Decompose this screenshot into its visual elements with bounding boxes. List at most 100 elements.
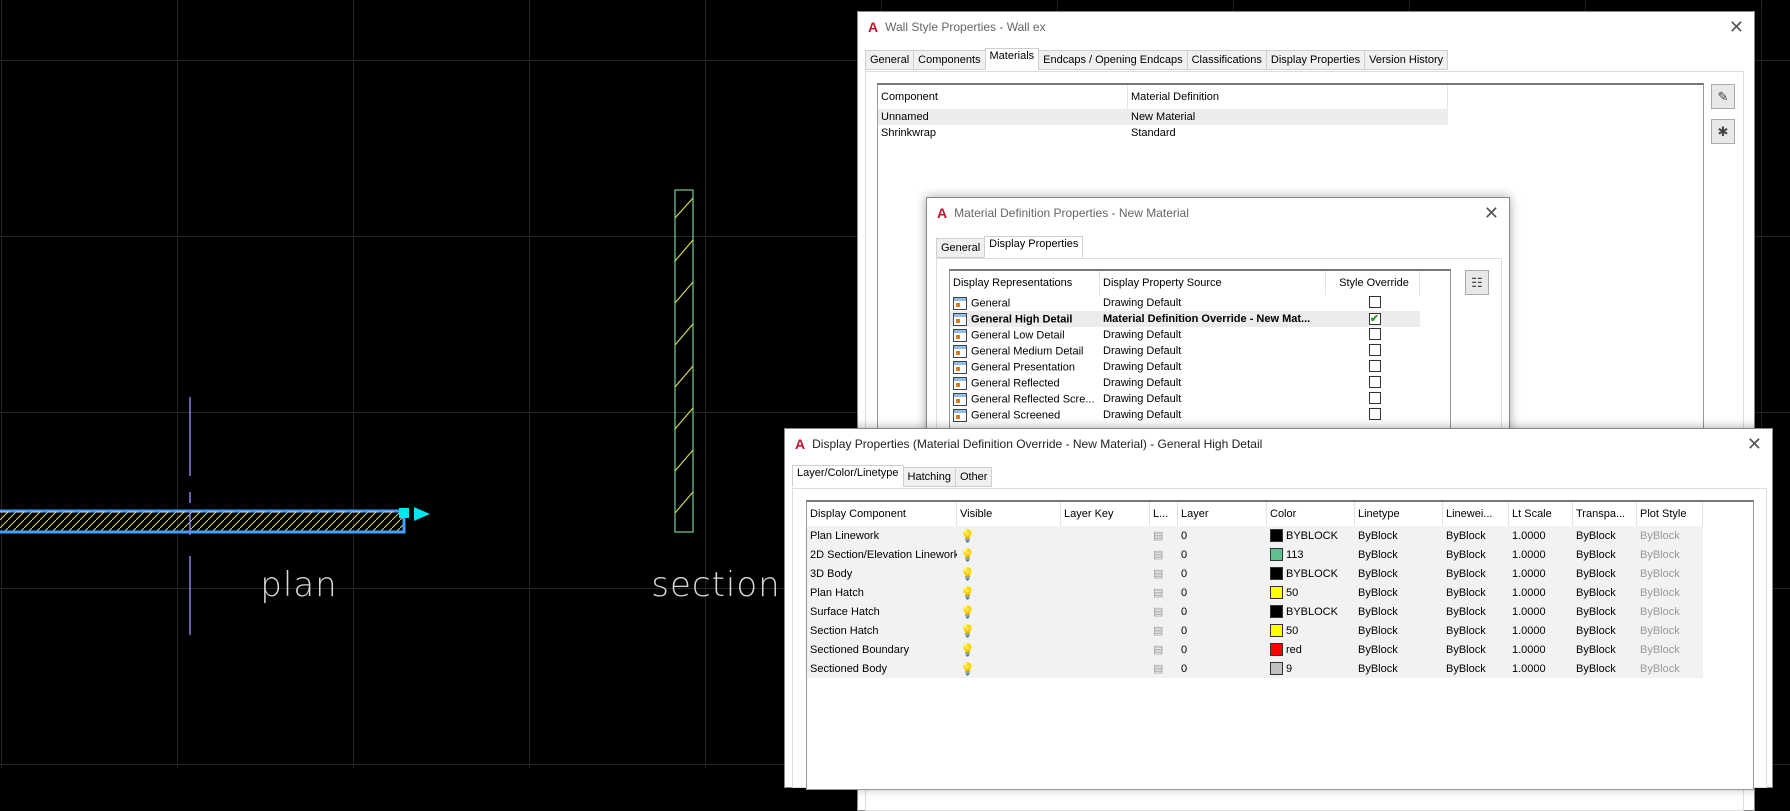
display-rep-row[interactable]: General Screened Drawing Default — [950, 407, 1420, 423]
tab-classifications[interactable]: Classifications — [1186, 50, 1267, 70]
color-cell[interactable]: 50 — [1267, 583, 1355, 602]
tab-materials[interactable]: Materials — [984, 48, 1040, 70]
style-override-checkbox[interactable] — [1368, 327, 1381, 340]
material-definition[interactable]: New Material — [1128, 111, 1448, 123]
wall-grip-handle[interactable] — [399, 508, 409, 518]
color-cell[interactable]: 113 — [1267, 545, 1355, 564]
lightbulb-on-icon[interactable]: 💡 — [960, 548, 975, 562]
lineweight-value[interactable]: ByBlock — [1443, 564, 1509, 583]
style-override-checkbox[interactable] — [1368, 375, 1381, 388]
display-rep-row[interactable]: General Reflected Scre... Drawing Defaul… — [950, 391, 1420, 407]
column-header-component[interactable]: Component — [878, 85, 1128, 109]
layer-value[interactable]: 0 — [1178, 545, 1267, 564]
layer-value[interactable]: 0 — [1178, 621, 1267, 640]
close-button[interactable]: ✕ — [1484, 203, 1499, 224]
column-header-source[interactable]: Display Property Source — [1100, 271, 1326, 295]
tab-display-properties[interactable]: Display Properties — [1265, 50, 1366, 70]
lt-scale-value[interactable]: 1.0000 — [1509, 659, 1573, 678]
layer-key-icon[interactable]: ▤ — [1153, 624, 1163, 637]
column-header-representations[interactable]: Display Representations — [950, 271, 1100, 295]
style-override-checkbox[interactable] — [1368, 343, 1381, 356]
dialog-titlebar[interactable]: A Wall Style Properties - Wall ex — [858, 12, 1754, 42]
column-header-layer-key-lock[interactable]: L... — [1150, 502, 1178, 526]
color-cell[interactable]: BYBLOCK — [1267, 602, 1355, 621]
plan-wall[interactable] — [0, 509, 406, 534]
lt-scale-value[interactable]: 1.0000 — [1509, 526, 1573, 545]
layer-key-icon[interactable]: ▤ — [1153, 643, 1163, 656]
linetype-value[interactable]: ByBlock — [1355, 602, 1443, 621]
layer-value[interactable]: 0 — [1178, 526, 1267, 545]
transparency-value[interactable]: ByBlock — [1573, 526, 1637, 545]
column-header-layer[interactable]: Layer — [1178, 502, 1267, 526]
linetype-value[interactable]: ByBlock — [1355, 526, 1443, 545]
lightbulb-off-icon[interactable]: 💡 — [960, 605, 975, 619]
table-row[interactable]: 2D Section/Elevation Linework 💡 ▤ 0 113 … — [807, 545, 1703, 564]
table-row[interactable]: Surface Hatch 💡 ▤ 0 BYBLOCK ByBlock ByBl… — [807, 602, 1703, 621]
transparency-value[interactable]: ByBlock — [1573, 602, 1637, 621]
transparency-value[interactable]: ByBlock — [1573, 640, 1637, 659]
style-override-checkbox[interactable] — [1368, 295, 1381, 308]
lt-scale-value[interactable]: 1.0000 — [1509, 602, 1573, 621]
color-cell[interactable]: BYBLOCK — [1267, 526, 1355, 545]
section-wall[interactable] — [674, 189, 694, 533]
color-cell[interactable]: 9 — [1267, 659, 1355, 678]
lightbulb-on-icon[interactable]: 💡 — [960, 567, 975, 581]
table-row[interactable]: Plan Hatch 💡 ▤ 0 50 ByBlock ByBlock 1.00… — [807, 583, 1703, 602]
lineweight-value[interactable]: ByBlock — [1443, 583, 1509, 602]
tab-version-history[interactable]: Version History — [1364, 50, 1449, 70]
layer-key-icon[interactable]: ▤ — [1153, 586, 1163, 599]
style-override-checkbox[interactable]: ✔ — [1368, 312, 1381, 325]
list-item[interactable]: Shrinkwrap Standard — [878, 125, 1448, 141]
list-item[interactable]: Unnamed New Material — [878, 109, 1448, 125]
table-row[interactable]: Sectioned Body 💡 ▤ 0 9 ByBlock ByBlock 1… — [807, 659, 1703, 678]
new-material-button[interactable]: ✱ — [1711, 119, 1735, 144]
tab-components[interactable]: Components — [913, 50, 986, 70]
lineweight-value[interactable]: ByBlock — [1443, 659, 1509, 678]
lt-scale-value[interactable]: 1.0000 — [1509, 621, 1573, 640]
display-rep-row[interactable]: General Low Detail Drawing Default — [950, 327, 1420, 343]
color-cell[interactable]: BYBLOCK — [1267, 564, 1355, 583]
layer-key-icon[interactable]: ▤ — [1153, 567, 1163, 580]
transparency-value[interactable]: ByBlock — [1573, 583, 1637, 602]
lt-scale-value[interactable]: 1.0000 — [1509, 564, 1573, 583]
color-cell[interactable]: 50 — [1267, 621, 1355, 640]
linetype-value[interactable]: ByBlock — [1355, 564, 1443, 583]
transparency-value[interactable]: ByBlock — [1573, 659, 1637, 678]
layer-key-icon[interactable]: ▤ — [1153, 605, 1163, 618]
display-rep-row[interactable]: General Medium Detail Drawing Default — [950, 343, 1420, 359]
display-rep-row[interactable]: General Drawing Default — [950, 295, 1420, 311]
column-header-linetype[interactable]: Linetype — [1355, 502, 1443, 526]
color-cell[interactable]: red — [1267, 640, 1355, 659]
layer-value[interactable]: 0 — [1178, 659, 1267, 678]
tab-layer-color-linetype[interactable]: Layer/Color/Linetype — [792, 465, 904, 487]
tab-hatching[interactable]: Hatching — [902, 467, 956, 487]
tab-general[interactable]: General — [865, 50, 915, 70]
tab-endcaps[interactable]: Endcaps / Opening Endcaps — [1038, 50, 1188, 70]
style-override-checkbox[interactable] — [1368, 407, 1381, 420]
display-representations-list[interactable]: Display Representations Display Property… — [949, 269, 1451, 449]
edit-material-button[interactable]: ✎ — [1711, 84, 1735, 109]
dialog-titlebar[interactable]: A Material Definition Properties - New Ma… — [927, 198, 1509, 228]
tab-other[interactable]: Other — [954, 467, 993, 487]
display-components-table[interactable]: Display Component Visible Layer Key L... Lay… — [806, 500, 1754, 790]
transparency-value[interactable]: ByBlock — [1573, 564, 1637, 583]
linetype-value[interactable]: ByBlock — [1355, 640, 1443, 659]
table-row[interactable]: Section Hatch 💡 ▤ 0 50 ByBlock ByBlock 1… — [807, 621, 1703, 640]
dialog-titlebar[interactable]: A Display Properties (Material Definition… — [785, 429, 1772, 459]
wall-direction-arrow[interactable] — [414, 507, 430, 521]
table-row[interactable]: 3D Body 💡 ▤ 0 BYBLOCK ByBlock ByBlock 1.… — [807, 564, 1703, 583]
transparency-value[interactable]: ByBlock — [1573, 545, 1637, 564]
tab-general[interactable]: General — [936, 238, 986, 258]
layer-value[interactable]: 0 — [1178, 564, 1267, 583]
lightbulb-on-icon[interactable]: 💡 — [960, 529, 975, 543]
linetype-value[interactable]: ByBlock — [1355, 583, 1443, 602]
column-header-lineweight[interactable]: Linewei... — [1443, 502, 1509, 526]
lt-scale-value[interactable]: 1.0000 — [1509, 640, 1573, 659]
lineweight-value[interactable]: ByBlock — [1443, 545, 1509, 564]
linetype-value[interactable]: ByBlock — [1355, 621, 1443, 640]
lightbulb-on-icon[interactable]: 💡 — [960, 662, 975, 676]
layer-value[interactable]: 0 — [1178, 602, 1267, 621]
column-header-material[interactable]: Material Definition — [1128, 85, 1448, 109]
lineweight-value[interactable]: ByBlock — [1443, 621, 1509, 640]
linetype-value[interactable]: ByBlock — [1355, 545, 1443, 564]
